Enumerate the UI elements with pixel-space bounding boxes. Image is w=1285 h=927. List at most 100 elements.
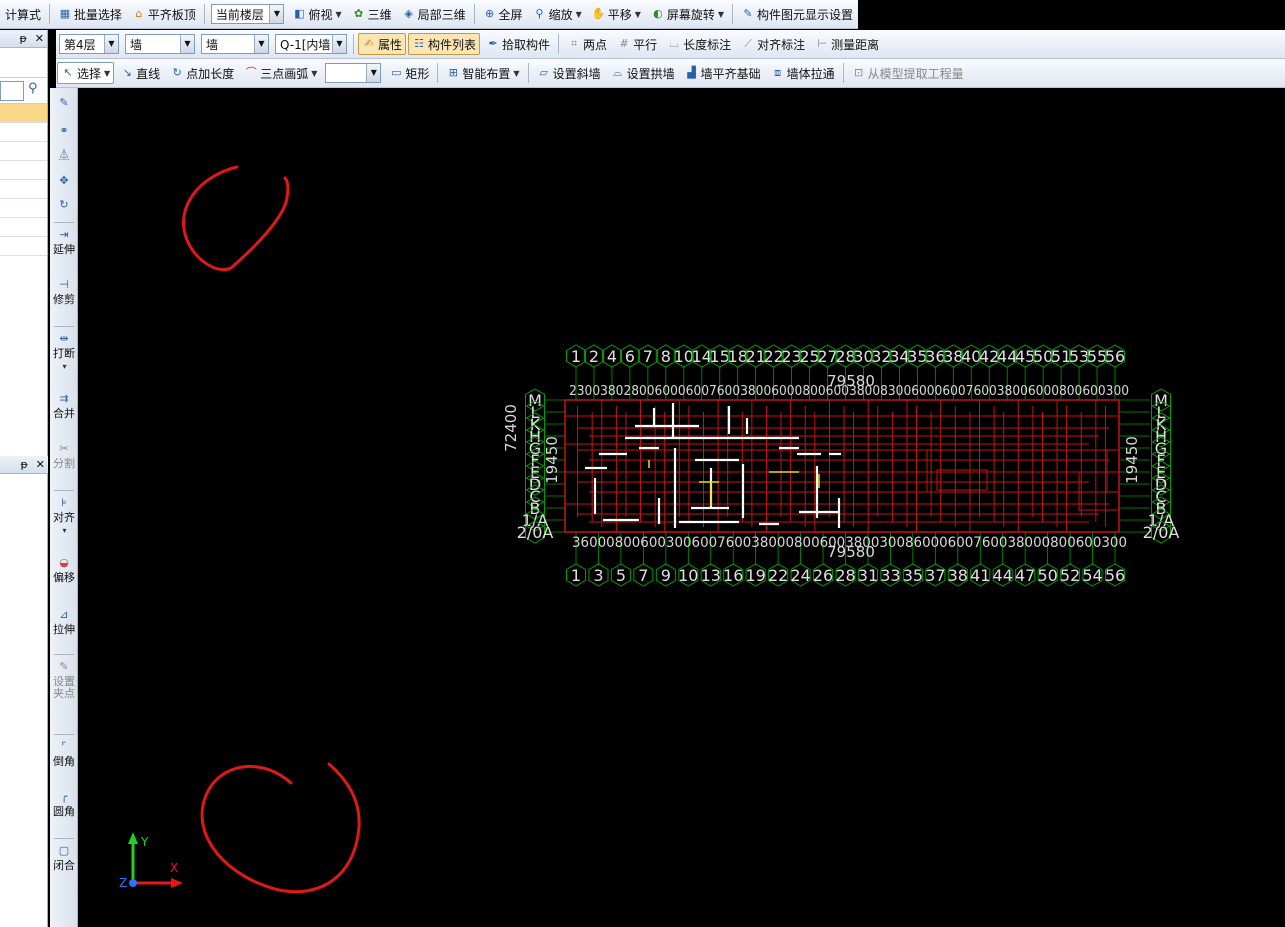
chevron-down-icon[interactable]: ▼ bbox=[332, 35, 346, 53]
list-item[interactable] bbox=[0, 142, 47, 161]
category-select[interactable]: 墙 ▼ bbox=[125, 34, 195, 54]
search-icon[interactable]: ⚲ bbox=[28, 81, 38, 96]
search-input[interactable] bbox=[0, 81, 24, 101]
mirror-tool-button[interactable]: ⏅ bbox=[52, 148, 76, 164]
align-button[interactable]: ⊧ 对齐 ▾ bbox=[52, 496, 76, 537]
top-view-button[interactable]: ◧ 俯视 ▼ bbox=[288, 3, 345, 25]
fullscreen-button[interactable]: ⊕ 全屏 bbox=[479, 3, 527, 25]
list-item[interactable] bbox=[0, 104, 47, 123]
zoom-button[interactable]: ⚲ 缩放 ▼ bbox=[529, 3, 586, 25]
chevron-down-icon: ▼ bbox=[634, 9, 641, 19]
align-slab-top-button[interactable]: ⌂ 平齐板顶 bbox=[128, 3, 200, 25]
category-value: 墙 bbox=[130, 37, 143, 52]
arc-mode-select[interactable]: ▼ bbox=[325, 63, 382, 83]
arc-icon: ⌒ bbox=[245, 66, 257, 79]
element-list-button[interactable]: ☷ 构件列表 bbox=[408, 33, 481, 55]
local-3d-button[interactable]: ◈ 局部三维 bbox=[398, 3, 470, 25]
extract-quantity-button[interactable]: ⊡ 从模型提取工程量 bbox=[848, 62, 968, 84]
set-slope-wall-button[interactable]: ▱ 设置斜墙 bbox=[533, 62, 605, 84]
bottom-axis-bubbles[interactable]: 1 3 5 7 9 10 13 16 19 22 24 26 28 31 33 35 37 38 41 44 47 50 5… bbox=[566, 563, 1126, 587]
drawing-canvas[interactable]: 1 2 4 6 7 8 10 14 15 18 21 22 23 25 27 28 30 32 34 35 36 38 40… bbox=[79, 88, 1285, 927]
copy-tool-button[interactable]: ⚭ bbox=[52, 124, 76, 140]
three-point-arc-button[interactable]: ⌒ 三点画弧 ▼ bbox=[240, 62, 321, 84]
measure-icon: ⊢ bbox=[817, 37, 827, 50]
pick-element-button[interactable]: ✒ 拾取构件 bbox=[482, 33, 554, 55]
top-axis-label: 7 bbox=[643, 347, 653, 366]
brush-tool-button[interactable]: ✎ bbox=[52, 96, 76, 112]
two-points-button[interactable]: ⌗ 两点 bbox=[563, 33, 611, 55]
chevron-down-icon[interactable]: ▼ bbox=[104, 35, 118, 53]
batch-select-button[interactable]: ▦ 批量选择 bbox=[54, 3, 126, 25]
fillet-button[interactable]: ╭ 圆角 bbox=[52, 790, 76, 818]
trim-button[interactable]: ⊣ 修剪 bbox=[52, 278, 76, 306]
aligned-dim-button[interactable]: ⟋ 对齐标注 bbox=[737, 33, 809, 55]
wall-align-foundation-button[interactable]: ▟ 墙平齐基础 bbox=[681, 62, 765, 84]
element-display-settings-button[interactable]: ✎ 构件图元显示设置 bbox=[737, 3, 857, 25]
point-length-button[interactable]: ↻ 点加长度 bbox=[166, 62, 238, 84]
move-tool-button[interactable]: ✥ bbox=[52, 174, 76, 190]
floor-scope-select[interactable]: 当前楼层 ▼ bbox=[210, 4, 285, 24]
set-grip-button[interactable]: ✎ 设置夹点 bbox=[52, 660, 76, 700]
properties-panel-titlebar: ᵽ ✕ bbox=[0, 456, 48, 474]
pin-icon[interactable]: ᵽ bbox=[19, 32, 26, 45]
move-icon: ✥ bbox=[59, 174, 69, 187]
list-item[interactable] bbox=[0, 161, 47, 180]
break-button[interactable]: ⇹ 打断 ▾ bbox=[52, 332, 76, 373]
bottom-axis-label: 24 bbox=[790, 566, 810, 585]
view-3d-button[interactable]: ✿ 三维 bbox=[348, 3, 396, 25]
list-item[interactable] bbox=[0, 199, 47, 218]
measure-distance-button[interactable]: ⊢ 测量距离 bbox=[811, 33, 883, 55]
chamfer-button[interactable]: ⌜ 倒角 bbox=[52, 740, 76, 768]
pan-button[interactable]: ✋ 平移 ▼ bbox=[588, 3, 645, 25]
list-item[interactable] bbox=[0, 237, 47, 256]
list-item[interactable] bbox=[0, 123, 47, 142]
chevron-down-icon[interactable]: ▼ bbox=[180, 35, 194, 53]
element-select[interactable]: Q-1[内墙 ▼ bbox=[275, 34, 347, 54]
top-axis-bubbles[interactable]: 1 2 4 6 7 8 1014151821222325272830323435363840… bbox=[566, 344, 1126, 368]
merge-button[interactable]: ⇉ 合并 bbox=[52, 392, 76, 420]
ucs-x-label: X bbox=[170, 861, 178, 875]
wall-align-foundation-label: 墙平齐基础 bbox=[700, 66, 761, 81]
close-icon[interactable]: ✕ bbox=[35, 32, 44, 45]
wall-stretch-button[interactable]: ⧈ 墙体拉通 bbox=[767, 62, 839, 84]
extend-button[interactable]: ⇥ 延伸 bbox=[52, 228, 76, 256]
line-button[interactable]: ↘ 直线 bbox=[116, 62, 164, 84]
strip-separator bbox=[54, 490, 74, 491]
properties-button[interactable]: ✍ 属性 bbox=[358, 33, 407, 55]
close-shape-icon: ▢ bbox=[58, 844, 70, 857]
offset-button[interactable]: ◒ 偏移 bbox=[52, 556, 76, 584]
set-arch-wall-button[interactable]: ⌓ 设置拱墙 bbox=[607, 62, 679, 84]
calc-formula-button[interactable]: 计算式 bbox=[1, 3, 45, 25]
main-toolbar: 计算式 ▦ 批量选择 ⌂ 平齐板顶 当前楼层 ▼ ◧ 俯视 ▼ ✿ 三维 ◈ 局部三维 ⊕ 全屏… bbox=[0, 0, 858, 29]
toolbar-separator bbox=[732, 4, 733, 24]
element-display-settings-label: 构件图元显示设置 bbox=[756, 7, 853, 22]
close-shape-button[interactable]: ▢ 闭合 bbox=[52, 844, 76, 872]
parallel-button[interactable]: # 平行 bbox=[613, 33, 661, 55]
close-icon[interactable]: ✕ bbox=[36, 458, 45, 471]
rectangle-button[interactable]: ▭ 矩形 bbox=[385, 62, 433, 84]
rotate-tool-button[interactable]: ↻ bbox=[52, 198, 76, 214]
floor-plan-drawing[interactable]: 1 2 4 6 7 8 1014151821222325272830323435363840… bbox=[79, 88, 1285, 927]
floor-scope-value: 当前楼层 bbox=[215, 7, 264, 22]
chevron-down-icon[interactable]: ▼ bbox=[269, 5, 284, 23]
stretch-button[interactable]: ⊿ 拉伸 bbox=[52, 608, 76, 636]
smart-layout-button[interactable]: ⊞ 智能布置 ▼ bbox=[442, 62, 523, 84]
list-item[interactable] bbox=[0, 180, 47, 199]
chevron-down-icon[interactable]: ▼ bbox=[366, 64, 381, 82]
pin-icon[interactable]: ᵽ bbox=[20, 458, 27, 471]
annotation-circle bbox=[200, 762, 361, 894]
length-dim-button[interactable]: ⌴ 长度标注 bbox=[663, 33, 735, 55]
floor-value: 第4层 bbox=[64, 37, 96, 52]
trim-label: 修剪 bbox=[53, 293, 75, 306]
split-button[interactable]: ✂ 分割 bbox=[52, 442, 76, 470]
bottom-axis-label: 56 bbox=[1105, 566, 1125, 585]
floor-select[interactable]: 第4层 ▼ bbox=[59, 34, 119, 54]
align-slab-icon: ⌂ bbox=[135, 7, 143, 20]
batch-select-icon: ▦ bbox=[59, 7, 71, 20]
list-item[interactable] bbox=[0, 218, 47, 237]
subtype-select[interactable]: 墙 ▼ bbox=[201, 34, 269, 54]
screen-rotate-button[interactable]: ◐ 屏幕旋转 ▼ bbox=[647, 3, 728, 25]
select-button[interactable]: ↖ 选择 ▼ bbox=[57, 62, 115, 84]
side-dimension-left2: 72400 bbox=[502, 404, 520, 452]
chevron-down-icon[interactable]: ▼ bbox=[254, 35, 268, 53]
